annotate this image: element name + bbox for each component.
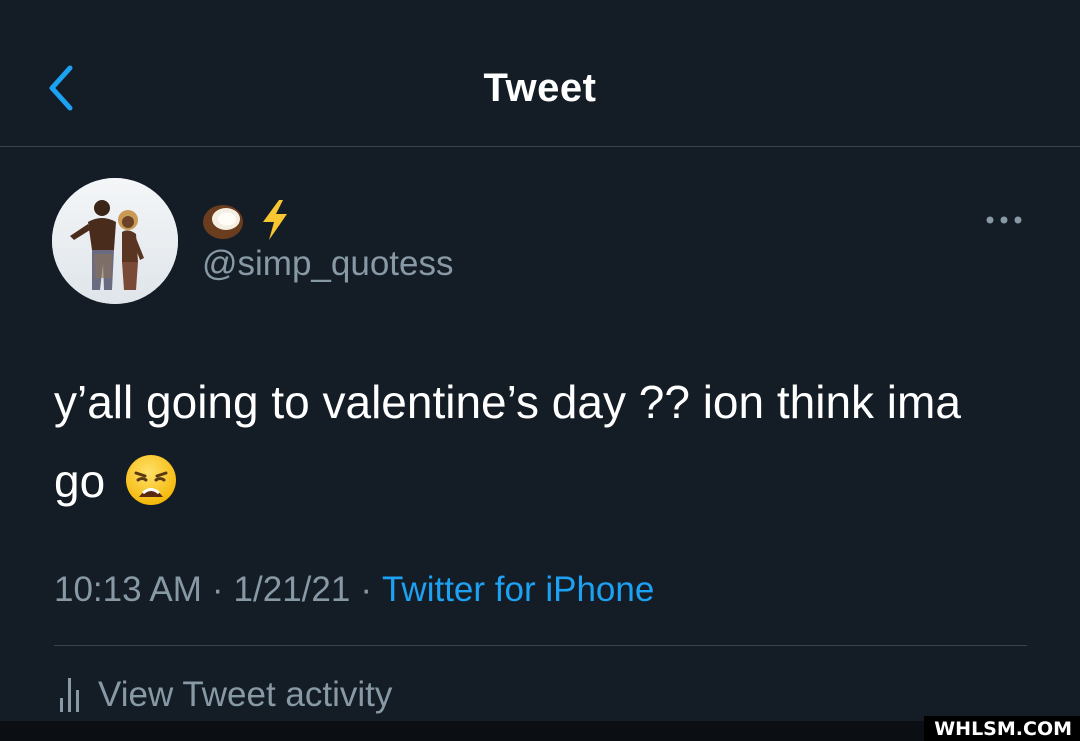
more-options-button[interactable]: [982, 208, 1030, 232]
display-name[interactable]: [200, 195, 291, 242]
weary-face-icon: [125, 455, 176, 505]
more-horizontal-icon: [986, 216, 1022, 224]
view-tweet-activity-button[interactable]: View Tweet activity: [58, 674, 392, 715]
footer-band: [0, 721, 1080, 741]
bar-chart-icon: [60, 678, 79, 712]
coconut-icon: [203, 205, 243, 239]
header-bar: Tweet: [0, 0, 1080, 147]
meta-separator: ·: [360, 570, 372, 609]
meta-separator: ·: [211, 570, 224, 609]
activity-label: View Tweet activity: [98, 675, 393, 714]
tweet-text: y’all going to valentine’s day ?? ion th…: [54, 363, 1014, 521]
watermark: WHLSM.COM: [924, 716, 1080, 741]
page-title: Tweet: [483, 66, 597, 110]
avatar-photo: [52, 178, 178, 304]
tweet-source-link[interactable]: Twitter for iPhone: [382, 570, 654, 609]
lightning-bolt-icon: [262, 200, 287, 240]
divider: [54, 645, 1027, 646]
tweet-date: 1/21/21: [233, 570, 351, 609]
tweet-text-body: y’all going to valentine’s day ?? ion th…: [54, 376, 961, 507]
user-handle[interactable]: @simp_quotess: [202, 244, 453, 284]
tweet-meta: 10:13 AM · 1/21/21 · Twitter for iPhone: [54, 570, 654, 610]
avatar[interactable]: [52, 178, 178, 304]
tweet-time: 10:13 AM: [54, 570, 202, 609]
